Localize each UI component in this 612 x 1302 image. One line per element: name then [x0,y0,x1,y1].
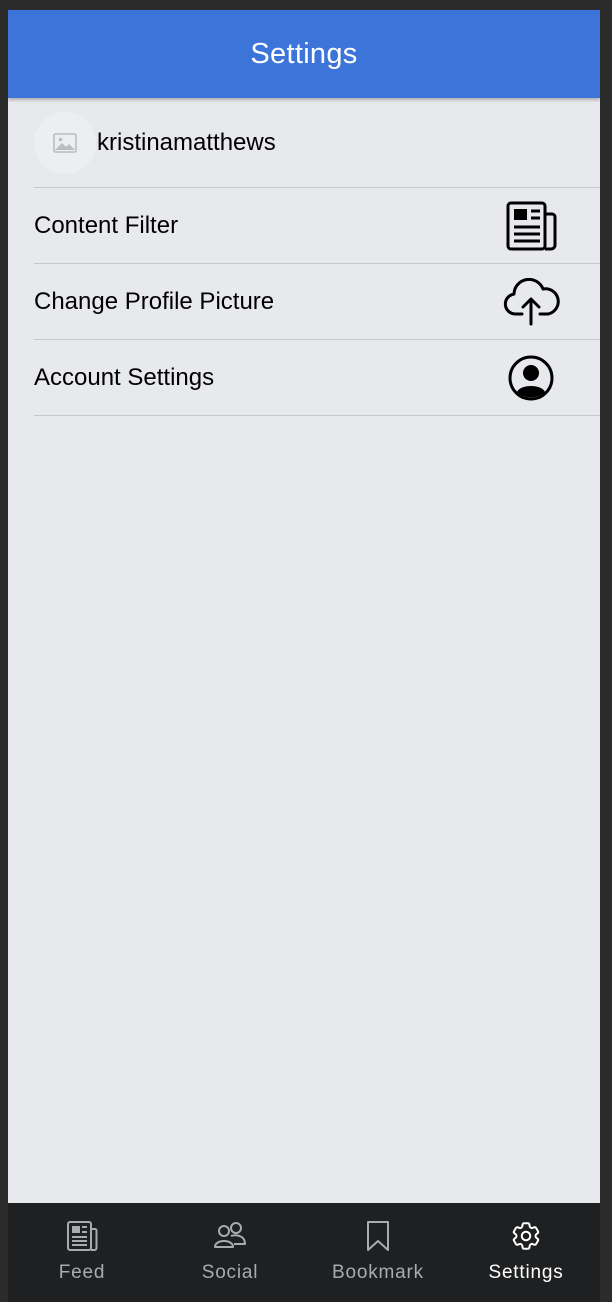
settings-screen: Settings kristinamatthews Content Filter [8,10,600,1302]
tab-bookmark-label: Bookmark [332,1262,424,1283]
content-filter-row[interactable]: Content Filter [34,188,600,264]
newspaper-icon [501,196,561,256]
tab-social-label: Social [201,1262,259,1283]
change-profile-picture-label: Change Profile Picture [34,288,275,315]
app-header: Settings [8,10,600,98]
tab-settings-label: Settings [488,1262,564,1283]
gear-icon [509,1219,543,1253]
page-title: Settings [250,37,358,70]
cloud-upload-icon [501,272,561,332]
tab-feed-label: Feed [58,1262,106,1283]
content-filter-label: Content Filter [34,212,179,239]
account-settings-label: Account Settings [34,364,215,391]
account-settings-row[interactable]: Account Settings [34,340,600,416]
tab-feed[interactable]: Feed [8,1203,156,1302]
avatar[interactable] [34,112,96,174]
bookmark-icon [361,1219,395,1253]
username: kristinamatthews [97,129,276,156]
change-profile-picture-row[interactable]: Change Profile Picture [34,264,600,340]
newspaper-icon [65,1219,99,1253]
tab-bar: Feed Social Bookmark Settings [8,1203,600,1302]
settings-list: kristinamatthews Content Filter Change P… [8,98,600,416]
people-icon [213,1219,247,1253]
tab-settings[interactable]: Settings [452,1203,600,1302]
tab-bookmark[interactable]: Bookmark [304,1203,452,1302]
user-circle-icon [501,348,561,408]
profile-row: kristinamatthews [34,98,600,188]
tab-social[interactable]: Social [156,1203,304,1302]
image-placeholder-icon [53,133,77,153]
